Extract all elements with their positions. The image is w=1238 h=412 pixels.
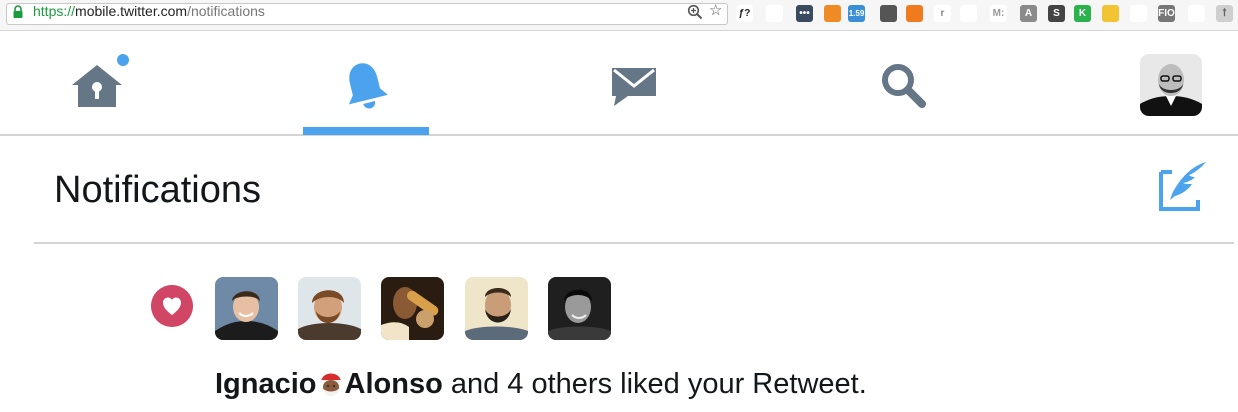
ext-icon[interactable]: ꝉ <box>1216 5 1233 22</box>
angular-icon[interactable]: A <box>1020 5 1037 22</box>
liker-avatar[interactable] <box>381 277 444 340</box>
m-icon[interactable]: M: <box>990 5 1007 22</box>
bookmark-star-icon[interactable]: ☆ <box>709 3 722 19</box>
badge-icon[interactable]: 1.59 <box>848 5 865 22</box>
zoom-icon[interactable] <box>687 4 703 20</box>
liker-avatar[interactable] <box>298 277 361 340</box>
santa-emoji-icon <box>319 373 342 396</box>
color-wheel-icon[interactable] <box>766 5 783 22</box>
url-text[interactable]: https://mobile.twitter.com/notifications <box>33 3 265 19</box>
lock-icon <box>13 5 23 18</box>
k-icon[interactable]: K <box>1074 5 1091 22</box>
smiley-icon[interactable] <box>1102 5 1119 22</box>
url-scheme: https:// <box>33 3 76 19</box>
circle-x-icon[interactable] <box>906 5 923 22</box>
avatar[interactable] <box>1140 54 1202 116</box>
envelope-icon[interactable] <box>610 66 658 108</box>
browser-toolbar: https://mobile.twitter.com/notifications… <box>0 0 1238 31</box>
actor-last-name[interactable]: Alonso <box>345 368 443 400</box>
home-icon[interactable] <box>70 63 124 109</box>
s-icon[interactable]: S <box>1048 5 1065 22</box>
compose-tweet-icon[interactable] <box>1158 160 1210 212</box>
active-tab-indicator <box>303 127 429 135</box>
url-host: mobile.twitter.com <box>75 3 188 19</box>
actor-first-name[interactable]: Ignacio <box>215 368 317 400</box>
notification-text[interactable]: Ignacio Alonso and 4 others liked your R… <box>215 366 867 402</box>
new-tweets-dot <box>117 54 129 66</box>
chart-icon[interactable] <box>824 5 841 22</box>
person-icon[interactable] <box>960 5 977 22</box>
url-path: /notifications <box>187 3 265 19</box>
liker-avatar[interactable] <box>548 277 611 340</box>
heart-icon <box>151 285 193 327</box>
dots-icon[interactable]: ••• <box>796 5 813 22</box>
r-icon[interactable]: r <box>934 5 951 22</box>
cloud-icon[interactable] <box>1130 5 1147 22</box>
bell-icon[interactable] <box>342 60 388 112</box>
page-title: Notifications <box>54 169 261 211</box>
liker-avatar[interactable] <box>465 277 528 340</box>
mask-icon[interactable] <box>880 5 897 22</box>
search-icon[interactable] <box>880 62 928 108</box>
notification-rest: and 4 others liked your Retweet. <box>442 368 867 400</box>
header-divider <box>34 242 1234 244</box>
liker-avatar[interactable] <box>215 277 278 340</box>
f-icon[interactable]: ƒ? <box>736 5 753 22</box>
doc-icon[interactable] <box>1188 5 1205 22</box>
fio-icon[interactable]: FIO <box>1158 5 1175 22</box>
